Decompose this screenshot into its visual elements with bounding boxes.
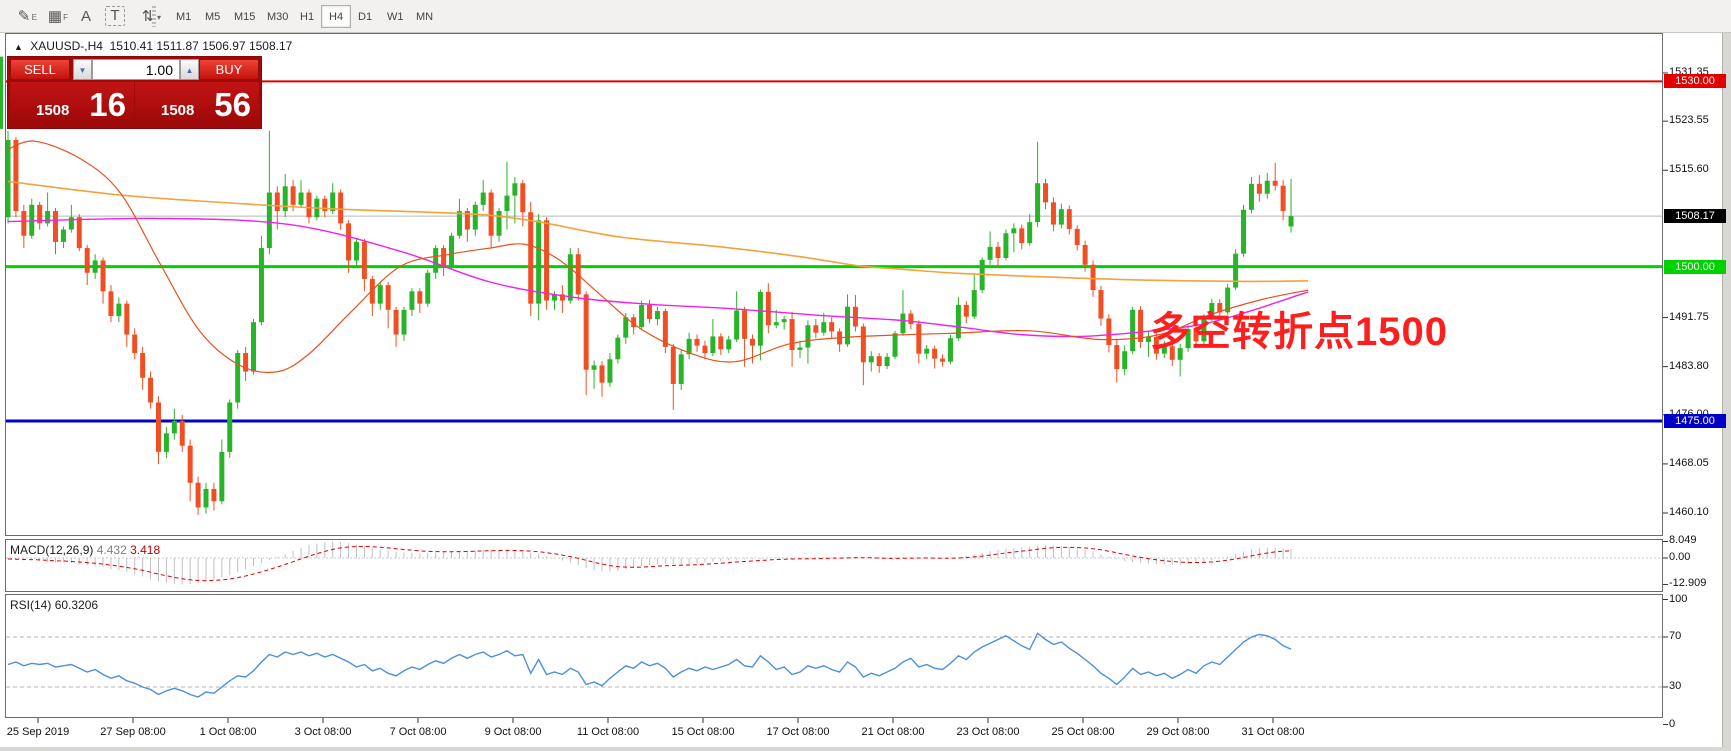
bid-price-big: 16 [89,86,126,124]
symbol-name: XAUUSD-,H4 [30,39,103,53]
timeframe-button-m5[interactable]: M5 [197,5,228,28]
macd-signal-value: 3.418 [130,543,160,557]
macd-indicator-label: MACD(12,26,9) 4.432 3.418 [10,543,160,557]
current-price-badge: 1508.17 [1664,209,1726,223]
ask-price-cell[interactable]: 1508 56 [135,82,259,126]
macd-main-value: 4.432 [97,543,127,557]
rsi-tick-label: 30 [1669,680,1681,692]
buy-button[interactable]: BUY [199,59,259,80]
date-label: 27 Sep 08:00 [100,726,165,738]
fibonacci-grid-icon[interactable]: ▦F [41,4,69,29]
rsi-value: 60.3206 [55,598,98,612]
macd-tick-label: 0.00 [1669,551,1690,563]
timeframe-button-d1[interactable]: D1 [350,5,380,28]
volume-input[interactable] [92,59,180,80]
timeframe-button-m15[interactable]: M15 [226,5,263,28]
toolbar: ✎E▦FAT ⇅▾ M1M5M15M30H1H4D1W1MN [0,0,1731,33]
text-box-icon[interactable]: T [105,6,125,26]
date-label: 23 Oct 08:00 [957,726,1020,738]
price-tick-label: 1460.10 [1669,506,1709,518]
date-label: 25 Oct 08:00 [1052,726,1115,738]
price-tick-label: 1483.80 [1669,360,1709,372]
edge-candle [0,57,3,129]
date-label: 9 Oct 08:00 [485,726,542,738]
crosshair-draw-icon[interactable]: ✎E [10,4,38,29]
ma-red-line [8,141,1308,372]
sell-button[interactable]: SELL [10,59,70,80]
high-value: 1511.87 [156,39,199,53]
date-label: 3 Oct 08:00 [295,726,352,738]
timeframe-button-mn[interactable]: MN [408,5,441,28]
date-label: 7 Oct 08:00 [390,726,447,738]
text-label-icon[interactable]: A [72,4,100,29]
level-badge-1530.00: 1530.00 [1664,74,1726,88]
chart-annotation-text: 多空转折点1500 [1150,299,1448,357]
rsi-indicator-label: RSI(14) 60.3206 [10,598,98,612]
toolbar-grip[interactable] [152,6,156,27]
level-badge-1475.00: 1475.00 [1664,414,1726,428]
price-tick-label: 1515.60 [1669,163,1709,175]
bid-price-cell[interactable]: 1508 16 [10,82,134,126]
date-label: 1 Oct 08:00 [200,726,257,738]
timeframe-button-m1[interactable]: M1 [168,5,199,28]
date-label: 31 Oct 08:00 [1242,726,1305,738]
date-label: 11 Oct 08:00 [577,726,639,738]
close-value: 1508.17 [249,39,292,53]
macd-tick-label: 8.049 [1669,534,1697,546]
timeframe-button-w1[interactable]: W1 [379,5,412,28]
price-tick-label: 1468.05 [1669,457,1709,469]
up-triangle-icon: ▲ [14,42,23,52]
rsi-tick-label: 0 [1669,718,1675,730]
price-tick-label: 1491.75 [1669,311,1709,323]
volume-increase-button[interactable]: ▲ [180,59,199,80]
rsi-tick-label: 100 [1669,593,1687,605]
date-label: 15 Oct 08:00 [672,726,735,738]
arrange-objects-icon[interactable]: ⇅▾ [134,4,162,29]
date-label: 21 Oct 08:00 [862,726,925,738]
timeframe-button-h4[interactable]: H4 [321,5,351,28]
date-label: 25 Sep 2019 [7,726,69,738]
ask-price-big: 56 [214,86,251,124]
rsi-tick-label: 70 [1669,630,1681,642]
open-value: 1510.41 [110,39,153,53]
timeframe-button-h1[interactable]: H1 [292,5,322,28]
timeframe-button-m30[interactable]: M30 [259,5,296,28]
symbol-readout: ▲ XAUUSD-,H4 1510.41 1511.87 1506.97 150… [14,39,292,53]
low-value: 1506.97 [202,39,245,53]
level-badge-1500.00: 1500.00 [1664,260,1726,274]
price-tick-label: 1523.55 [1669,114,1709,126]
bid-price-small: 1508 [36,102,69,119]
ask-price-small: 1508 [161,102,194,119]
volume-decrease-button[interactable]: ▼ [73,59,92,80]
date-label: 17 Oct 08:00 [767,726,830,738]
one-click-trading-panel: SELL ▼ ▲ BUY 1508 16 1508 56 [8,57,261,128]
macd-tick-label: -12.909 [1669,577,1706,589]
date-label: 29 Oct 08:00 [1147,726,1210,738]
